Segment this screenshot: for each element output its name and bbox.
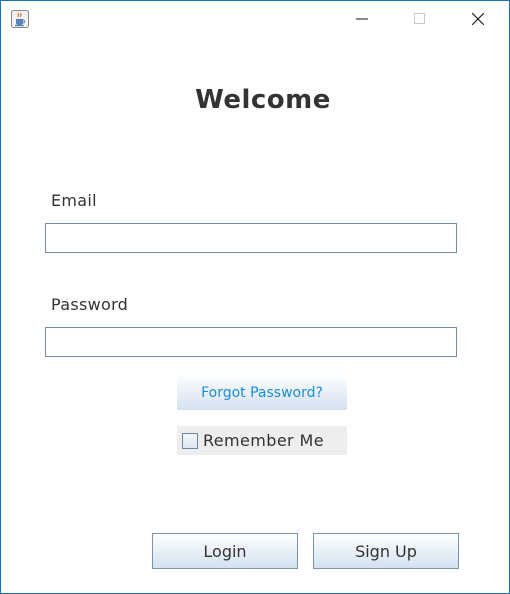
forgot-password-button[interactable]: Forgot Password? [177,375,347,410]
maximize-icon [414,10,426,29]
app-window: Welcome Email Password Forgot Password? … [0,0,510,594]
login-form-panel: Welcome Email Password Forgot Password? … [1,37,509,593]
sign-up-button[interactable]: Sign Up [313,533,459,569]
close-button[interactable] [455,1,501,37]
login-button[interactable]: Login [152,533,298,569]
password-label: Password [51,295,129,314]
checkbox-box[interactable] [182,432,198,449]
password-field[interactable] [45,327,457,357]
remember-me-label: Remember Me [203,431,324,450]
page-title: Welcome [195,85,331,115]
close-icon [471,10,485,29]
email-field[interactable] [45,223,457,253]
remember-me-checkbox[interactable]: Remember Me [177,426,347,455]
minimize-button[interactable] [339,1,385,37]
java-cup-icon[interactable] [11,10,29,28]
minimize-icon [356,10,368,29]
title-bar[interactable] [1,1,509,37]
maximize-button[interactable] [397,1,443,37]
email-label: Email [51,191,97,210]
